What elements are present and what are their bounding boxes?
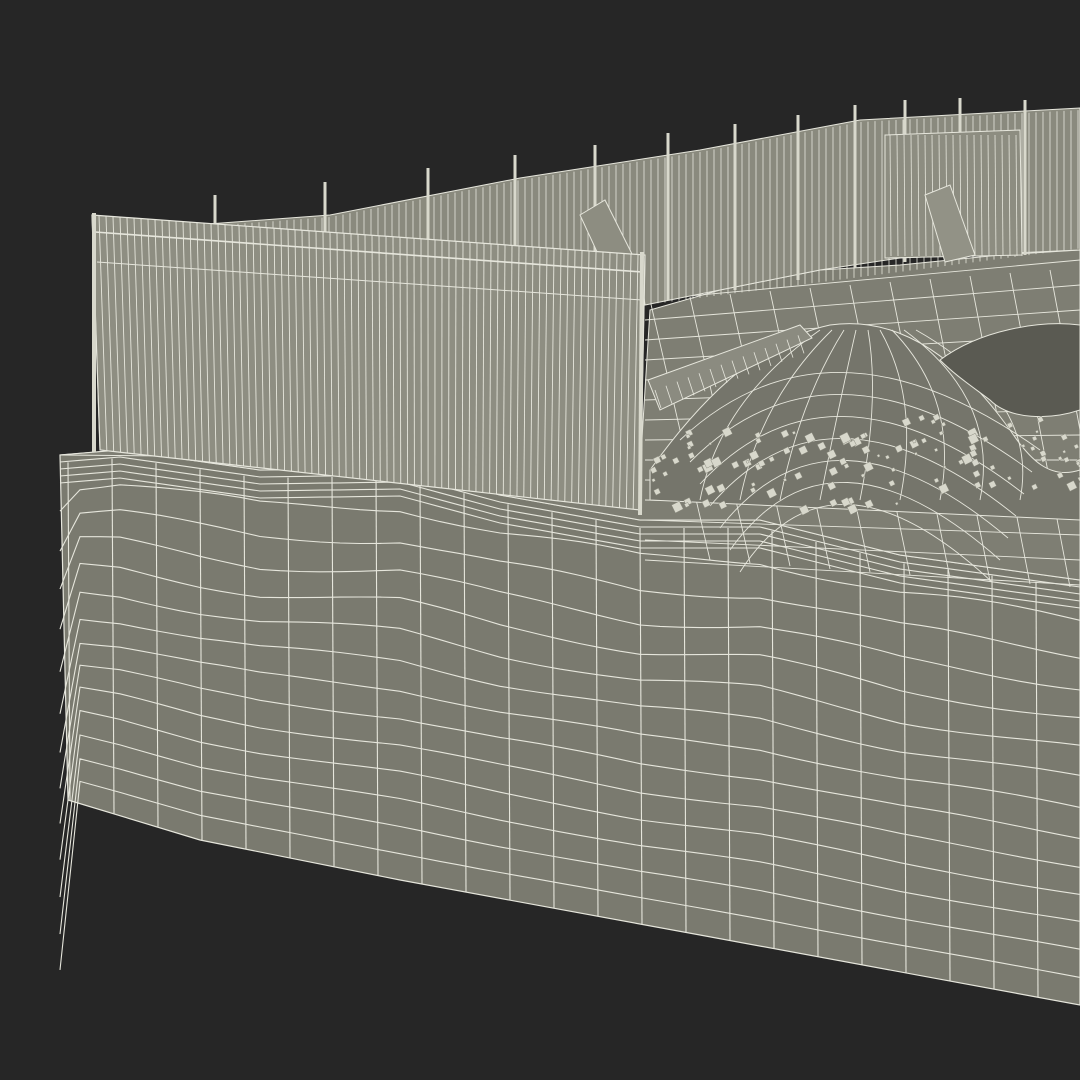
render-viewport (0, 0, 1080, 1080)
wireframe-scene (59, 98, 1080, 1006)
